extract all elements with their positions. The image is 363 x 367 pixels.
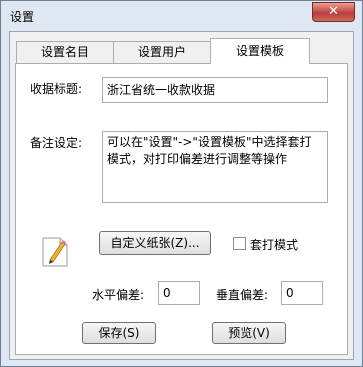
- tab-label: 设置用户: [137, 45, 186, 59]
- vertical-offset-label: 垂直偏差:: [216, 288, 269, 302]
- close-icon: ✕: [328, 4, 339, 19]
- tab-label: 设置模板: [235, 44, 284, 58]
- window-title: 设置: [10, 10, 35, 24]
- preview-button[interactable]: 预览(V): [212, 322, 286, 344]
- settings-window: 设置 ✕ 设置名目 设置用户 设置模板 收据标题: 浙江省统一收款收据 备注设定…: [0, 0, 363, 367]
- save-button[interactable]: 保存(S): [82, 322, 156, 344]
- close-button[interactable]: ✕: [312, 2, 355, 22]
- tab-settings-template[interactable]: 设置模板: [210, 38, 310, 64]
- title-bar: 设置 ✕: [1, 1, 362, 31]
- horizontal-offset-label: 水平偏差:: [92, 288, 145, 302]
- receipt-title-label: 收据标题:: [30, 82, 83, 96]
- tab-label: 设置名目: [40, 45, 89, 59]
- custom-paper-button[interactable]: 自定义纸张(Z)...: [99, 231, 211, 255]
- overlay-mode-checkbox[interactable]: [233, 237, 246, 250]
- remark-textarea[interactable]: 可以在"设置"->"设置模板"中选择套打模式，对打印偏差进行调整等操作: [102, 131, 328, 203]
- pencil-paper-icon: [40, 234, 70, 268]
- dialog-body: 设置名目 设置用户 设置模板 收据标题: 浙江省统一收款收据 备注设定: 可以在…: [9, 31, 354, 360]
- vertical-offset-input[interactable]: 0: [281, 281, 323, 305]
- remark-label: 备注设定:: [30, 136, 83, 150]
- tab-settings-items[interactable]: 设置名目: [16, 41, 114, 63]
- horizontal-offset-input[interactable]: 0: [158, 281, 200, 305]
- template-panel: 收据标题: 浙江省统一收款收据 备注设定: 可以在"设置"->"设置模板"中选择…: [15, 63, 348, 355]
- overlay-mode-label: 套打模式: [250, 238, 299, 252]
- receipt-title-input[interactable]: 浙江省统一收款收据: [102, 77, 328, 103]
- tab-settings-users[interactable]: 设置用户: [113, 41, 211, 63]
